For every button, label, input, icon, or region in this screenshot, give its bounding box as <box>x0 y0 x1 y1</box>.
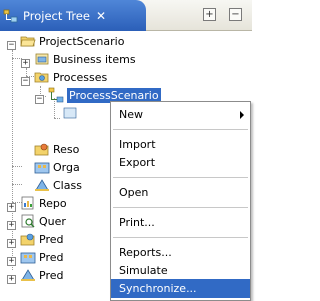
menu-item-import[interactable]: Import <box>111 135 250 154</box>
predefined-resources-icon <box>20 233 35 246</box>
business-items-icon <box>35 53 49 65</box>
menu-item-print[interactable]: Print... <box>111 213 250 232</box>
resources-icon <box>34 143 49 156</box>
tab-label: Project Tree <box>23 8 90 23</box>
expand-predefined-1-toggle[interactable]: + <box>7 239 16 248</box>
tree-label-root: ProjectScenario <box>39 34 125 48</box>
project-tree-icon <box>3 9 18 22</box>
tree-item-reports[interactable]: Repo <box>20 194 67 212</box>
tree-item-queries[interactable]: Quer <box>20 212 66 230</box>
tab-project-tree[interactable]: Project Tree ✕ <box>0 0 146 31</box>
tree-label-reports: Repo <box>39 196 67 210</box>
predefined-classifiers-icon <box>21 269 35 281</box>
tree-label-processes: Processes <box>53 70 108 84</box>
minimize-button[interactable]: − <box>229 8 242 21</box>
menu-item-open[interactable]: Open <box>111 183 250 202</box>
maximize-button[interactable]: + <box>203 8 216 21</box>
processes-folder-icon <box>34 72 49 83</box>
menu-label-print: Print... <box>119 216 155 229</box>
tree-label-predefined-2: Pred <box>39 250 64 264</box>
context-menu: New Import Export Open Print... Reports.… <box>110 101 251 301</box>
menu-label-synchronize: Synchronize... <box>119 282 197 295</box>
expand-predefined-3-toggle[interactable]: + <box>7 275 16 284</box>
tree-item-processes[interactable]: Processes <box>34 68 107 86</box>
menu-label-new: New <box>119 108 143 121</box>
tree-item-predefined-3[interactable]: Pred <box>20 266 63 284</box>
tree-label-predefined-3: Pred <box>39 268 64 282</box>
menu-separator <box>113 177 248 178</box>
tree-item-resources[interactable]: Reso <box>34 140 79 158</box>
tree-item-business-items[interactable]: Business items <box>34 50 136 68</box>
tree-label-business-items: Business items <box>53 52 136 66</box>
tree-label-resources: Reso <box>53 142 80 156</box>
tree-label-predefined-1: Pred <box>39 232 64 246</box>
process-child-icon <box>63 107 77 119</box>
predefined-organizations-icon <box>20 252 36 264</box>
submenu-arrow-icon <box>240 111 244 119</box>
expand-reports-toggle[interactable]: + <box>7 203 16 212</box>
organizations-icon <box>34 162 50 174</box>
tree-item-process-child[interactable] <box>62 104 81 122</box>
menu-separator <box>113 237 248 238</box>
menu-separator <box>113 129 248 130</box>
menu-label-export: Export <box>119 156 156 169</box>
menu-separator <box>113 207 248 208</box>
collapse-processes-toggle[interactable]: − <box>21 77 30 86</box>
menu-item-synchronize[interactable]: Synchronize... <box>111 279 250 298</box>
tree-item-predefined-1[interactable]: Pred <box>20 230 63 248</box>
process-icon <box>48 87 64 103</box>
menu-item-new[interactable]: New <box>111 105 250 124</box>
menu-label-open: Open <box>119 186 149 199</box>
close-icon[interactable]: ✕ <box>96 9 106 23</box>
menu-label-import: Import <box>119 138 156 151</box>
menu-label-reports: Reports... <box>119 246 172 259</box>
tree-item-classifiers[interactable]: Class <box>34 176 82 194</box>
tree-item-predefined-2[interactable]: Pred <box>20 248 63 266</box>
menu-item-simulate[interactable]: Simulate <box>111 261 250 280</box>
collapse-root-toggle[interactable]: − <box>7 41 16 50</box>
tree-item-root[interactable]: ProjectScenario <box>20 32 124 50</box>
expand-predefined-2-toggle[interactable]: + <box>7 257 16 266</box>
tree-item-organizations[interactable]: Orga <box>34 158 80 176</box>
menu-item-export[interactable]: Export <box>111 153 250 172</box>
classifiers-icon <box>35 179 49 191</box>
menu-label-simulate: Simulate <box>119 264 168 277</box>
queries-icon <box>21 214 35 228</box>
tree-label-organizations: Orga <box>53 160 80 174</box>
menu-item-reports[interactable]: Reports... <box>111 243 250 262</box>
view-titlebar: Project Tree ✕ + − <box>0 0 252 31</box>
expand-queries-toggle[interactable]: + <box>7 221 16 230</box>
expand-business-items-toggle[interactable]: + <box>21 59 30 68</box>
collapse-process-scenario-toggle[interactable]: − <box>35 95 44 104</box>
tree-label-classifiers: Class <box>53 178 82 192</box>
open-folder-icon <box>20 36 36 47</box>
reports-icon <box>21 196 34 210</box>
tree-label-queries: Quer <box>39 214 66 228</box>
